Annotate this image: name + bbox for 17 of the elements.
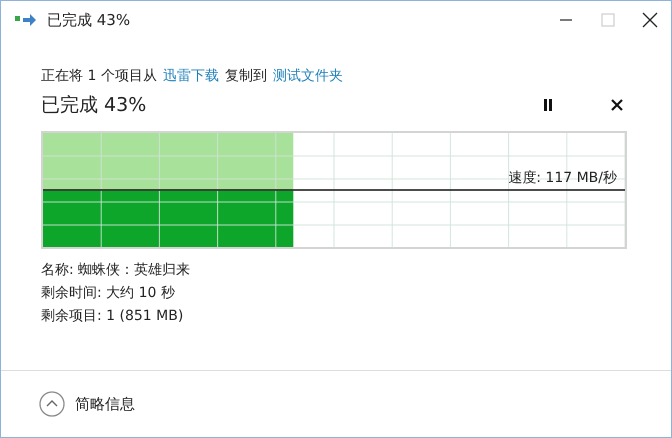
maximize-icon (601, 13, 615, 27)
pause-icon (543, 99, 553, 111)
window-title: 已完成 43% (47, 10, 130, 30)
destination-link[interactable]: 测试文件夹 (272, 67, 343, 85)
fewer-details-button[interactable]: 简略信息 (39, 391, 135, 417)
source-link[interactable]: 迅雷下载 (162, 67, 219, 85)
detail-text: 剩余项目: 1 (851 MB) (41, 307, 184, 326)
detail-text: 剩余时间: 大约 10 秒 (41, 284, 176, 303)
copy-text: 复制到 (224, 67, 267, 85)
copy-arrow-icon (15, 13, 37, 27)
copy-text: 正在将 1 个项目从 (41, 67, 157, 85)
detail-text: 名称: 蜘蛛侠：英雄归来 (41, 261, 192, 280)
progress-heading: 已完成 43% (41, 93, 146, 118)
close-icon (642, 12, 658, 28)
speed-label: 速度: 117 MB/秒 (508, 169, 617, 187)
chevron-up-icon (39, 391, 65, 417)
close-icon (611, 99, 623, 111)
